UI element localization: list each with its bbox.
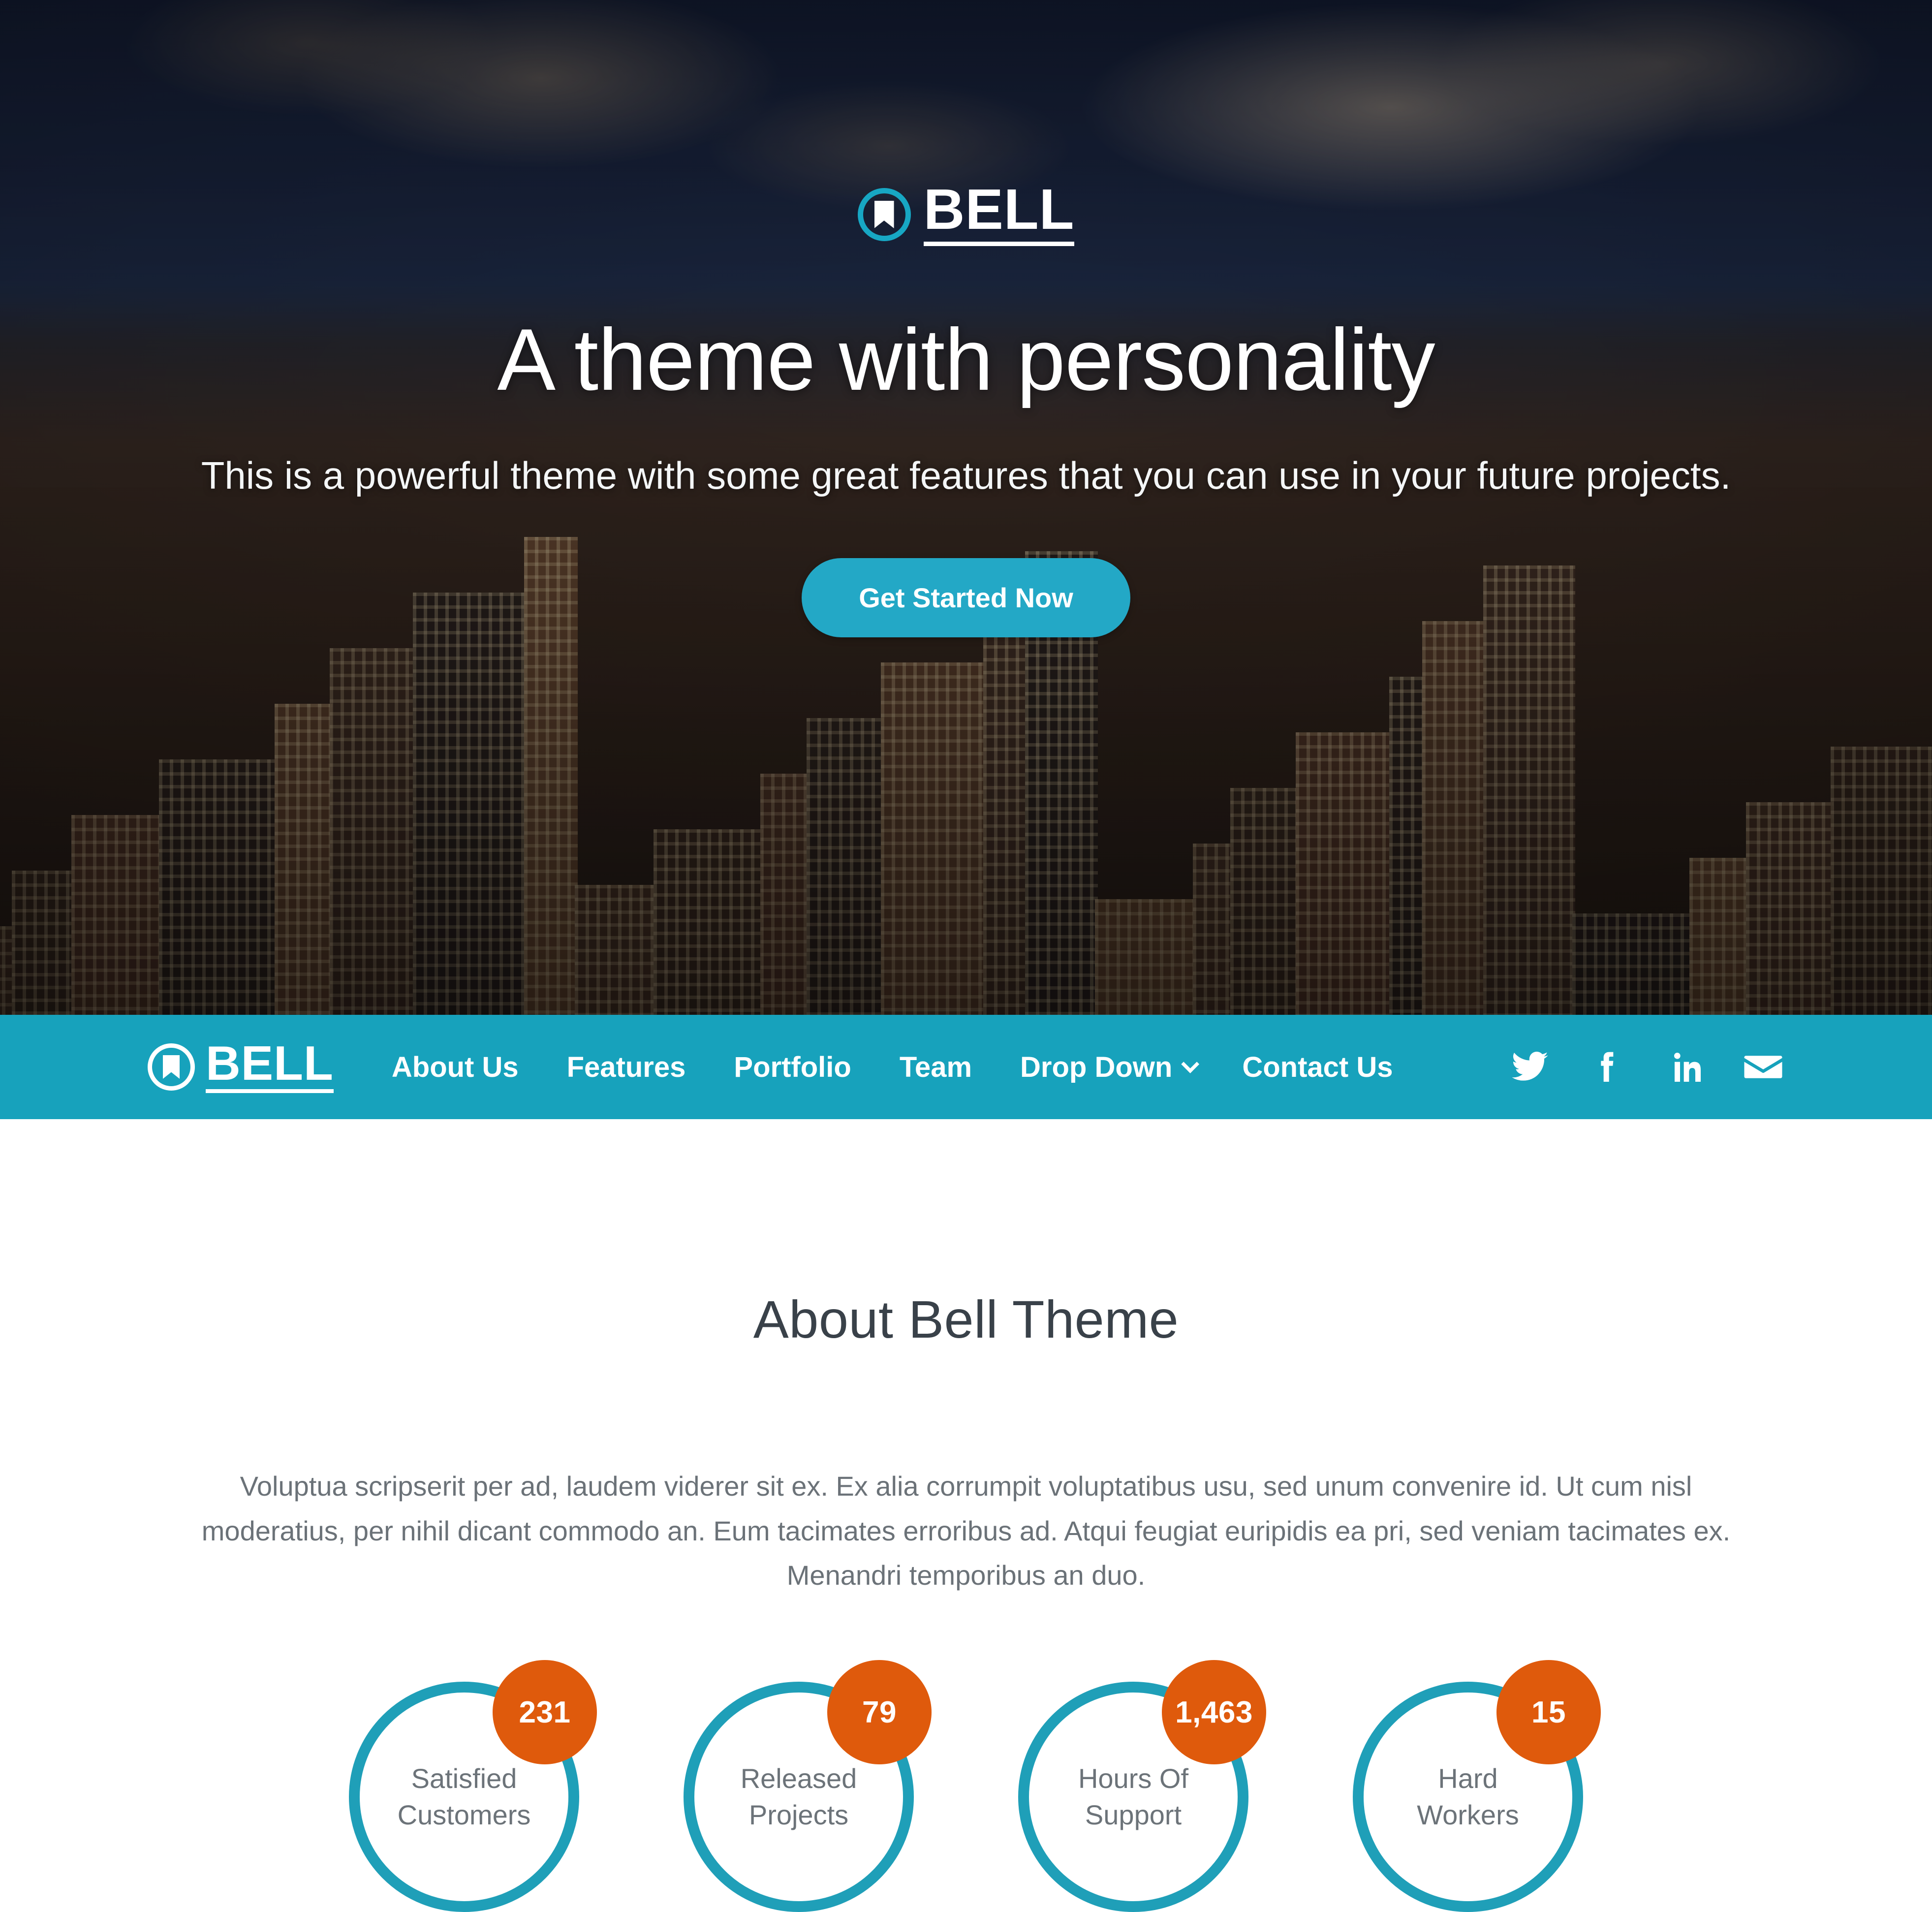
- stat-label-line2: Workers: [1417, 1799, 1519, 1831]
- hero-logo-text: BELL: [923, 181, 1075, 246]
- stat-card-hard-workers: Hard Workers 15: [1353, 1660, 1601, 1912]
- linkedin-icon[interactable]: [1664, 1046, 1707, 1088]
- hero-logo: BELL: [857, 181, 1075, 246]
- stat-label-line2: Support: [1085, 1799, 1182, 1831]
- get-started-button[interactable]: Get Started Now: [802, 558, 1130, 637]
- hero-section: BELL A theme with personality This is a …: [0, 0, 1932, 1015]
- nav-item-portfolio[interactable]: Portfolio: [734, 1051, 851, 1084]
- hero-subtitle: This is a powerful theme with some great…: [201, 453, 1731, 497]
- nav-label: Portfolio: [734, 1051, 851, 1083]
- stat-label-line2: Projects: [748, 1799, 849, 1831]
- chevron-down-icon: [1181, 1055, 1200, 1073]
- nav-item-features[interactable]: Features: [567, 1051, 686, 1084]
- stat-label: Hours Of Support: [1078, 1760, 1188, 1833]
- nav-label: About Us: [391, 1051, 519, 1083]
- about-paragraph: Voluptua scripserit per ad, laudem vider…: [201, 1471, 1731, 1591]
- bookmark-icon: [857, 188, 911, 241]
- nav-item-about-us[interactable]: About Us: [392, 1051, 519, 1084]
- nav-item-contact-us[interactable]: Contact Us: [1242, 1051, 1393, 1084]
- nav-label: Contact Us: [1242, 1051, 1393, 1083]
- stat-value-badge: 1,463: [1162, 1660, 1266, 1765]
- nav-label: Drop Down: [1020, 1051, 1173, 1083]
- stat-label-line1: Satisfied: [411, 1763, 517, 1794]
- stat-label-line2: Customers: [397, 1799, 531, 1831]
- navbar-links: About Us Features Portfolio Team Drop Do…: [392, 1051, 1393, 1084]
- twitter-icon[interactable]: [1509, 1046, 1551, 1088]
- stat-label-line1: Hours Of: [1078, 1763, 1189, 1794]
- stat-label-line1: Hard: [1438, 1763, 1498, 1794]
- navbar-brand-text: BELL: [206, 1039, 334, 1094]
- stats-row: Satisfied Customers 231 Released Project…: [0, 1660, 1932, 1912]
- facebook-icon[interactable]: [1587, 1046, 1629, 1088]
- navbar-brand[interactable]: BELL: [148, 1039, 334, 1094]
- stat-label: Released Projects: [741, 1760, 857, 1833]
- page-title: About Bell Theme: [753, 1289, 1179, 1349]
- nav-item-drop-down[interactable]: Drop Down: [1020, 1051, 1200, 1084]
- navbar-social-links: [1509, 1046, 1784, 1088]
- stat-value-badge: 79: [827, 1660, 932, 1765]
- stat-value-badge: 231: [493, 1660, 597, 1765]
- bookmark-icon: [148, 1043, 195, 1091]
- hero-title: A theme with personality: [497, 310, 1435, 408]
- stat-value-badge: 15: [1496, 1660, 1601, 1765]
- stat-card-hours-of-support: Hours Of Support 1,463: [1018, 1660, 1266, 1912]
- stat-label: Satisfied Customers: [398, 1760, 531, 1833]
- email-icon[interactable]: [1742, 1046, 1784, 1088]
- stat-card-released-projects: Released Projects 79: [684, 1660, 932, 1912]
- stat-card-satisfied-customers: Satisfied Customers 231: [349, 1660, 597, 1912]
- nav-label: Features: [566, 1051, 686, 1083]
- stat-label-line1: Released: [740, 1763, 857, 1794]
- stat-label: Hard Workers: [1417, 1760, 1519, 1833]
- nav-item-team[interactable]: Team: [900, 1051, 972, 1084]
- main-navbar: BELL About Us Features Portfolio Team Dr…: [0, 1015, 1932, 1119]
- nav-label: Team: [899, 1051, 972, 1083]
- about-section: About Bell Theme Voluptua scripserit per…: [0, 1119, 1932, 1912]
